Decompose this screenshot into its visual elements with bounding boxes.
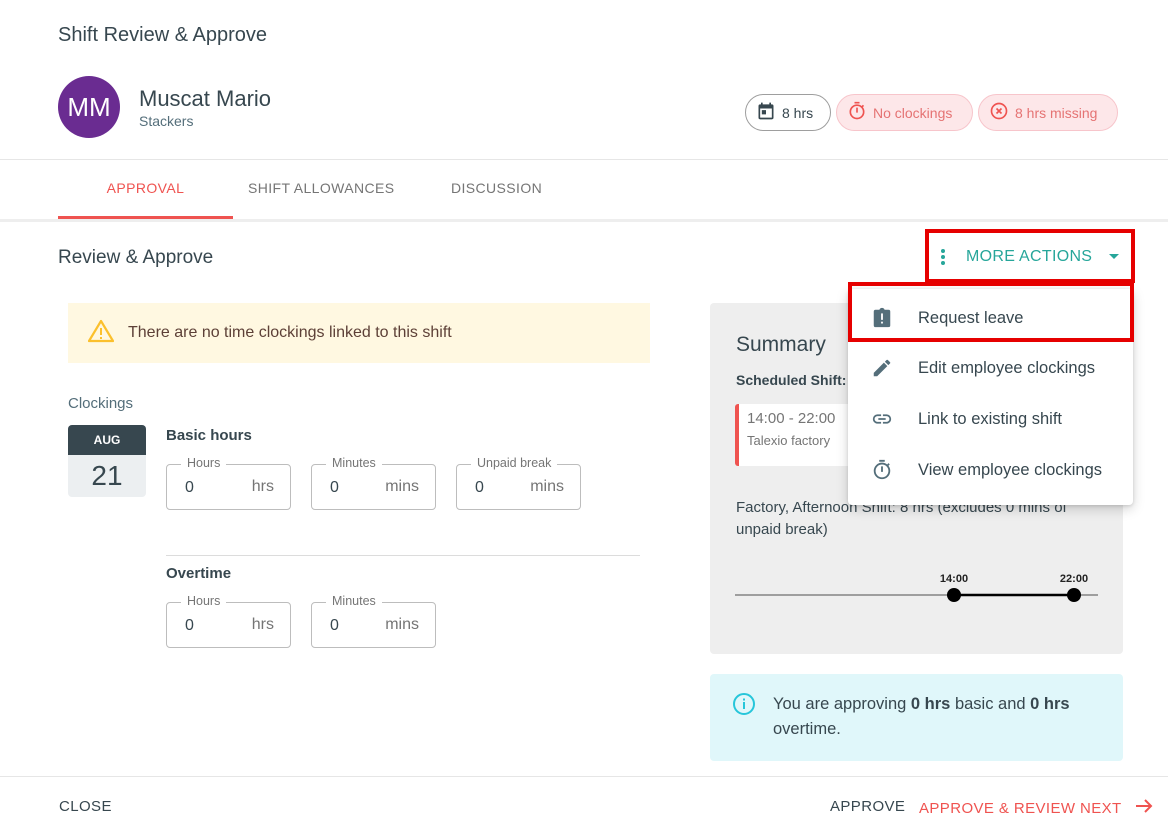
field-value: 0 <box>185 617 194 634</box>
timer-icon <box>847 101 867 124</box>
hours-missing-chip: 8 hrs missing <box>978 94 1118 131</box>
date-day: 21 <box>91 460 123 491</box>
field-value: 0 <box>330 479 339 496</box>
basic-minutes-field[interactable]: Minutes 0 mins <box>311 456 436 510</box>
clockings-label: Clockings <box>68 395 134 412</box>
overtime-minutes-field[interactable]: Minutes 0 mins <box>311 594 436 648</box>
field-label: Hours <box>181 456 227 470</box>
field-value: 0 <box>185 479 194 496</box>
overtime-hours-field[interactable]: Hours 0 hrs <box>166 594 291 648</box>
info-prefix: You are approving <box>773 695 911 713</box>
tab-shift-allowances[interactable]: SHIFT ALLOWANCES <box>248 180 394 196</box>
unpaid-break-field[interactable]: Unpaid break 0 mins <box>456 456 581 510</box>
warning-icon <box>87 319 115 348</box>
field-label: Unpaid break <box>471 456 558 470</box>
date-month: AUG <box>68 425 146 455</box>
info-overtime-hours: 0 hrs <box>1030 695 1070 713</box>
date-badge: AUG 21 <box>68 425 146 497</box>
menu-item-label: Edit employee clockings <box>918 358 1096 377</box>
approve-review-next-button[interactable]: APPROVE & REVIEW NEXT <box>919 798 1154 818</box>
hours-missing-text: 8 hrs missing <box>1015 104 1098 121</box>
overtime-divider <box>166 555 640 556</box>
avatar: MM <box>58 76 120 138</box>
tab-approval[interactable]: APPROVAL <box>58 180 233 196</box>
close-button[interactable]: CLOSE <box>59 798 112 815</box>
summary-title: Summary <box>736 333 826 356</box>
footer-divider <box>0 776 1168 777</box>
timeline-end-label: 22:00 <box>1060 573 1088 585</box>
warning-text: There are no time clockings linked to th… <box>128 324 452 341</box>
scheduled-hours-chip: 8 hrs <box>745 94 831 131</box>
pencil-icon <box>870 357 894 379</box>
more-actions-highlight <box>925 229 1135 283</box>
overtime-label: Overtime <box>166 565 232 582</box>
field-label: Hours <box>181 594 227 608</box>
basic-hours-label: Basic hours <box>166 427 252 444</box>
field-value: 0 <box>475 479 484 496</box>
approval-info-box: You are approving 0 hrs basic and 0 hrs … <box>710 674 1123 761</box>
employee-name: Muscat Mario <box>139 86 272 111</box>
field-label: Minutes <box>326 594 382 608</box>
timeline-start-label: 14:00 <box>940 573 968 585</box>
shift-timeline: 14:00 22:00 <box>735 570 1100 610</box>
field-value: 0 <box>330 617 339 634</box>
menu-item-view-clockings[interactable]: View employee clockings <box>848 445 1133 495</box>
employee-team: Stackers <box>139 113 194 129</box>
no-clockings-warning: There are no time clockings linked to th… <box>68 303 650 363</box>
scheduled-shift-label: Scheduled Shift: <box>736 372 847 388</box>
field-unit: hrs <box>251 478 274 495</box>
field-unit: mins <box>385 478 419 495</box>
basic-hours-field[interactable]: Hours 0 hrs <box>166 456 291 510</box>
menu-item-edit-clockings[interactable]: Edit employee clockings <box>848 343 1133 393</box>
menu-item-label: View employee clockings <box>918 460 1103 479</box>
menu-item-label: Link to existing shift <box>918 409 1062 428</box>
request-leave-highlight <box>848 282 1134 342</box>
tab-discussion[interactable]: DISCUSSION <box>451 180 542 196</box>
approve-button[interactable]: APPROVE <box>830 798 905 815</box>
link-icon <box>870 408 894 430</box>
info-icon <box>732 692 756 721</box>
dialog-title: Shift Review & Approve <box>58 24 267 46</box>
header-divider <box>0 159 1168 160</box>
no-clockings-text: No clockings <box>873 104 953 121</box>
approve-review-next-label: APPROVE & REVIEW NEXT <box>919 799 1122 817</box>
calendar-icon <box>756 101 776 124</box>
info-suffix: overtime. <box>773 720 841 738</box>
cancel-circle-icon <box>989 101 1009 124</box>
arrow-right-icon <box>1134 798 1154 818</box>
menu-item-link-shift[interactable]: Link to existing shift <box>848 394 1133 444</box>
scheduled-hours-text: 8 hrs <box>782 104 814 121</box>
field-unit: mins <box>530 478 564 495</box>
timeline-end-marker <box>1067 588 1081 602</box>
no-clockings-chip: No clockings <box>836 94 973 131</box>
field-label: Minutes <box>326 456 382 470</box>
tabs-divider <box>0 219 1168 222</box>
shift-location: Talexio factory <box>747 433 831 448</box>
field-unit: hrs <box>251 616 274 633</box>
field-unit: mins <box>385 616 419 633</box>
timeline-start-marker <box>947 588 961 602</box>
section-title: Review & Approve <box>58 247 214 268</box>
info-basic-hours: 0 hrs <box>910 695 951 713</box>
approval-info-text: You are approving 0 hrs basic and 0 hrs … <box>773 692 1103 742</box>
timer-icon <box>870 459 894 481</box>
info-middle: basic and <box>950 695 1031 713</box>
shift-time: 14:00 - 22:00 <box>747 410 836 427</box>
